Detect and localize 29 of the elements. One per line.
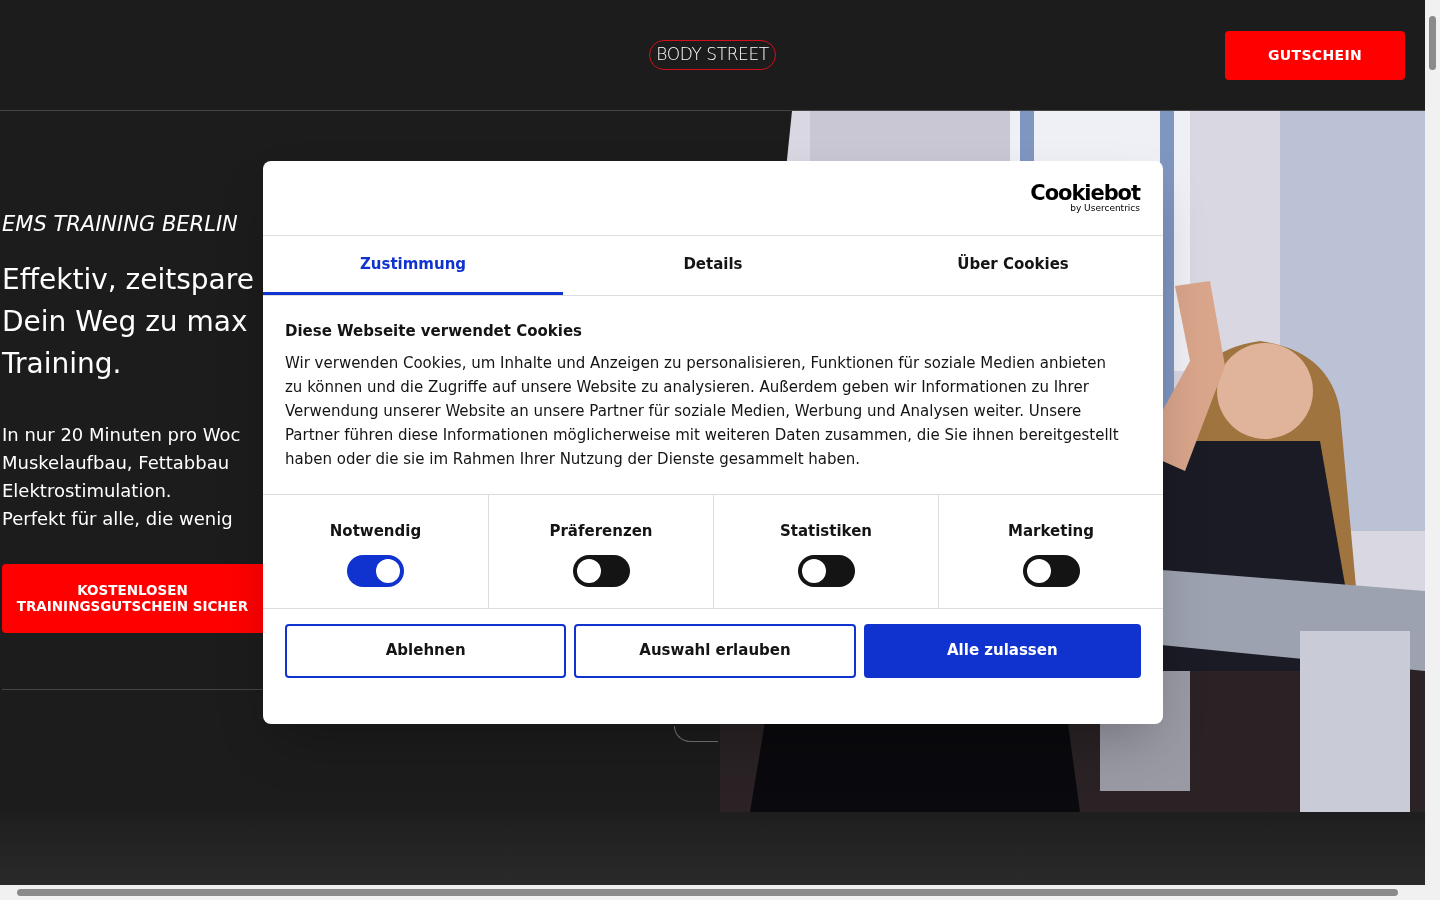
voucher-button[interactable]: GUTSCHEIN <box>1225 31 1405 80</box>
toggle-switch[interactable] <box>1022 555 1080 587</box>
body-line: In nur 20 Minuten pro Woc <box>2 422 242 447</box>
category-label: Notwendig <box>329 520 422 542</box>
dialog-title: Diese Webseite verwendet Cookies <box>285 321 584 342</box>
horizontal-scrollbar[interactable] <box>0 885 1440 900</box>
toggle-switch[interactable] <box>797 555 855 587</box>
consent-button[interactable]: Ablehnen <box>285 623 567 678</box>
category-label: Statistiken <box>779 520 873 542</box>
headline-line: Dein Weg zu max <box>2 303 249 340</box>
consent-button[interactable]: Auswahl erlauben <box>574 623 856 678</box>
category-label: Marketing <box>1008 520 1094 542</box>
dialog-text: Wir verwenden Cookies, um Inhalte und Anzeigen zu personalisieren, Funktionen für soziale Medien anbieten zu können und die Zugriffe auf unsere Website zu analysieren. Außerdem geben wir Informationen zu Ihrer Verwendung unserer Website an unsere Partner für soziale Medien, Werbung und Analysen weiter. Unsere Partner führen diese Informationen möglicherweise mit weiteren Daten zusammen, die Sie ihnen bereitgestellt haben oder die sie im Rahmen Ihrer Nutzung der Dienste gesammelt haben. <box>285 352 1120 470</box>
toggle-switch[interactable] <box>347 555 404 587</box>
tab[interactable]: Details <box>563 236 863 295</box>
tab[interactable]: Zustimmung <box>263 236 563 295</box>
cta-button[interactable]: KOSTENLOSEN TRAININGSGUTSCHEIN SICHER <box>2 563 263 633</box>
headline-line: Effektiv, zeitspare <box>2 261 255 298</box>
category-label: Präferenzen <box>549 520 653 542</box>
eyebrow-text: EMS TRAINING BERLIN <box>2 211 239 238</box>
body-line: Perfekt für alle, die wenig <box>2 506 234 531</box>
cookiebot-logo: Cookiebot by Usercentrics <box>1030 183 1140 213</box>
body-line: Elektrostimulation. <box>2 478 173 503</box>
body-line: Muskelaufbau, Fettabbau <box>2 450 231 475</box>
consent-button[interactable]: Alle zulassen <box>863 623 1141 678</box>
vertical-scrollbar[interactable] <box>1425 0 1440 885</box>
headline-line: Training. <box>2 345 123 382</box>
toggle-switch[interactable] <box>572 555 630 587</box>
tab[interactable]: Über Cookies <box>863 236 1163 295</box>
